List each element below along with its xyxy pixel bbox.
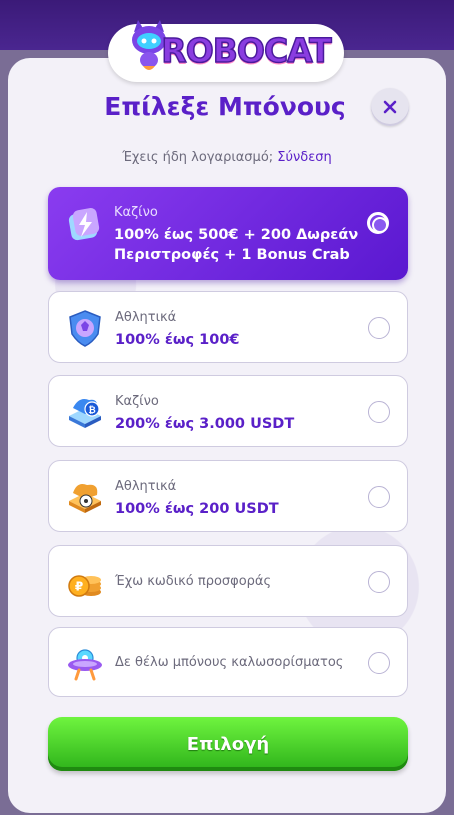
close-icon — [383, 100, 397, 114]
login-prompt: Έχεις ήδη λογαριασμό; Σύνδεση — [0, 150, 454, 165]
option-radio[interactable] — [368, 317, 390, 339]
option-label: Δε θέλω μπόνους καλωσορίσματος — [115, 655, 344, 670]
svg-text:₿: ₿ — [88, 405, 95, 416]
login-link[interactable]: Σύνδεση — [277, 150, 331, 165]
option-description: 100% έως 200 USDT — [115, 501, 279, 517]
crypto-sports-icon — [69, 484, 101, 513]
bonus-option-casino-eur[interactable]: Καζίνο 100% έως 500€ + 200 Δωρεάν Περιστ… — [48, 187, 408, 280]
close-button[interactable] — [371, 88, 409, 126]
crypto-casino-icon: ₿ — [69, 399, 101, 428]
option-radio[interactable] — [367, 212, 389, 234]
option-description: 100% έως 500€ + 200 Δωρεάν Περιστροφές +… — [114, 227, 359, 263]
option-radio[interactable] — [368, 571, 390, 593]
option-description: 200% έως 3.000 USDT — [115, 416, 295, 432]
casino-bolt-icon — [68, 208, 100, 241]
option-category: Αθλητικά — [115, 310, 177, 325]
option-category: Αθλητικά — [115, 479, 177, 494]
option-label: Έχω κωδικό προσφοράς — [115, 574, 272, 589]
bonus-option-casino-usdt[interactable]: ₿ Καζίνο 200% έως 3.000 USDT — [48, 375, 408, 447]
select-button[interactable]: Επιλογή — [48, 717, 408, 771]
bonus-option-promo-code[interactable]: ₽ Έχω κωδικό προσφοράς — [48, 545, 408, 617]
ufo-icon — [68, 649, 102, 681]
bonus-option-sports-eur[interactable]: Αθλητικά 100% έως 100€ — [48, 291, 408, 363]
modal-title: Επίλεξε Μπόνους — [104, 92, 346, 121]
bonus-option-sports-usdt[interactable]: Αθλητικά 100% έως 200 USDT — [48, 460, 408, 532]
option-description: 100% έως 100€ — [115, 332, 240, 348]
sports-shield-icon — [69, 310, 101, 347]
coins-icon: ₽ — [68, 575, 101, 597]
option-radio[interactable] — [368, 652, 390, 674]
option-category: Καζίνο — [114, 205, 158, 220]
option-radio[interactable] — [368, 486, 390, 508]
option-category: Καζίνο — [115, 394, 159, 409]
svg-text:₽: ₽ — [75, 580, 83, 594]
login-prompt-text: Έχεις ήδη λογαριασμό; — [122, 150, 274, 165]
bonus-option-no-bonus[interactable]: Δε θέλω μπόνους καλωσορίσματος — [48, 627, 408, 697]
robocat-logo: ROBOCAT — [108, 18, 344, 82]
option-radio[interactable] — [368, 401, 390, 423]
logo-text: ROBOCAT — [161, 30, 333, 71]
